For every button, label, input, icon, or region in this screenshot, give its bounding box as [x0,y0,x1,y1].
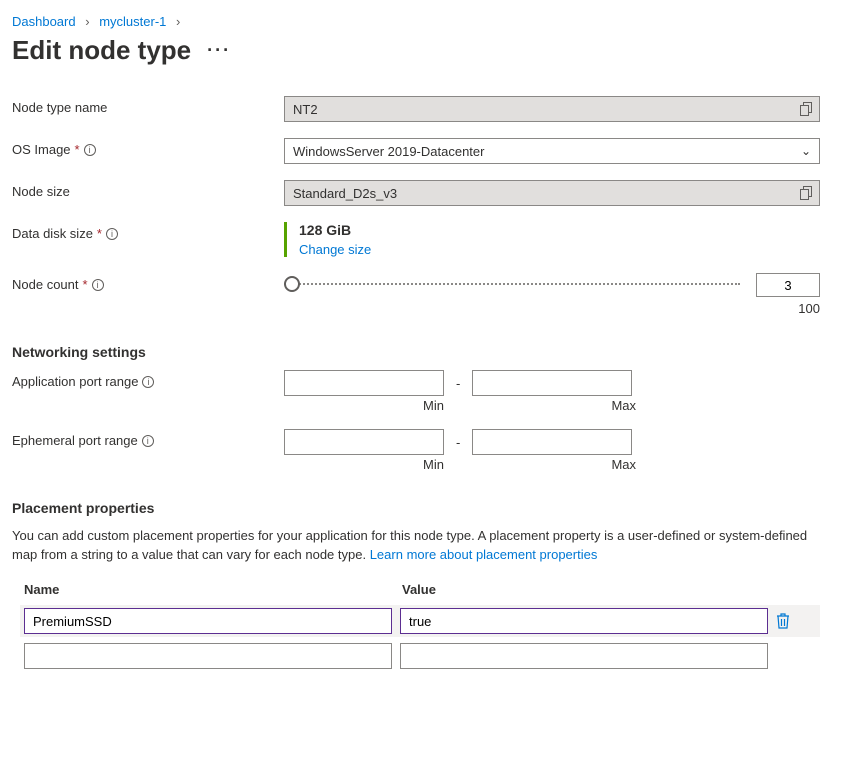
data-disk-size-label: Data disk size [12,226,93,241]
required-indicator: * [75,142,80,157]
node-type-name-field: NT2 [284,96,820,122]
info-icon[interactable]: i [142,435,154,447]
node-size-label: Node size [12,180,284,199]
ephemeral-port-min-input[interactable] [284,429,444,455]
range-separator: - [452,435,464,450]
column-header-value: Value [402,582,436,597]
node-count-input[interactable] [756,273,820,297]
range-separator: - [452,376,464,391]
required-indicator: * [97,226,102,241]
app-port-min-input[interactable] [284,370,444,396]
ephemeral-port-range-label: Ephemeral port range [12,433,138,448]
column-header-name: Name [24,582,402,597]
change-size-link[interactable]: Change size [299,242,371,257]
info-icon[interactable]: i [106,228,118,240]
required-indicator: * [83,277,88,292]
networking-heading: Networking settings [12,344,834,360]
chevron-right-icon: › [176,14,180,29]
info-icon[interactable]: i [92,279,104,291]
data-disk-size-value: 128 GiB [299,222,834,238]
breadcrumb-cluster[interactable]: mycluster-1 [99,14,166,29]
breadcrumb-dashboard[interactable]: Dashboard [12,14,76,29]
placement-value-input[interactable] [400,608,768,634]
max-label: Max [476,457,636,472]
placement-heading: Placement properties [12,500,834,516]
placement-name-input[interactable] [24,643,392,669]
node-size-field: Standard_D2s_v3 [284,180,820,206]
slider-thumb[interactable] [284,276,300,292]
placement-value-input[interactable] [400,643,768,669]
node-count-slider[interactable] [284,283,740,287]
placement-description: You can add custom placement properties … [12,526,834,564]
chevron-down-icon: ⌄ [801,144,811,158]
info-icon[interactable]: i [142,376,154,388]
page-title: Edit node type ··· [12,35,834,66]
learn-more-link[interactable]: Learn more about placement properties [370,547,598,562]
chevron-right-icon: › [85,14,89,29]
more-actions-button[interactable]: ··· [207,40,231,61]
min-label: Min [284,398,444,413]
app-port-range-label: Application port range [12,374,138,389]
ephemeral-port-max-input[interactable] [472,429,632,455]
info-icon[interactable]: i [84,144,96,156]
app-port-max-input[interactable] [472,370,632,396]
placement-row [24,643,834,669]
node-type-name-label: Node type name [12,96,284,115]
os-image-select[interactable]: WindowsServer 2019-Datacenter ⌄ [284,138,820,164]
placement-row [20,605,820,637]
min-label: Min [284,457,444,472]
copy-icon[interactable] [800,186,813,200]
placement-name-input[interactable] [24,608,392,634]
node-count-max: 100 [284,301,820,316]
delete-icon[interactable] [776,613,790,629]
copy-icon[interactable] [800,102,813,116]
max-label: Max [476,398,636,413]
breadcrumb: Dashboard › mycluster-1 › [12,14,834,29]
os-image-label: OS Image [12,142,71,157]
node-count-label: Node count [12,277,79,292]
